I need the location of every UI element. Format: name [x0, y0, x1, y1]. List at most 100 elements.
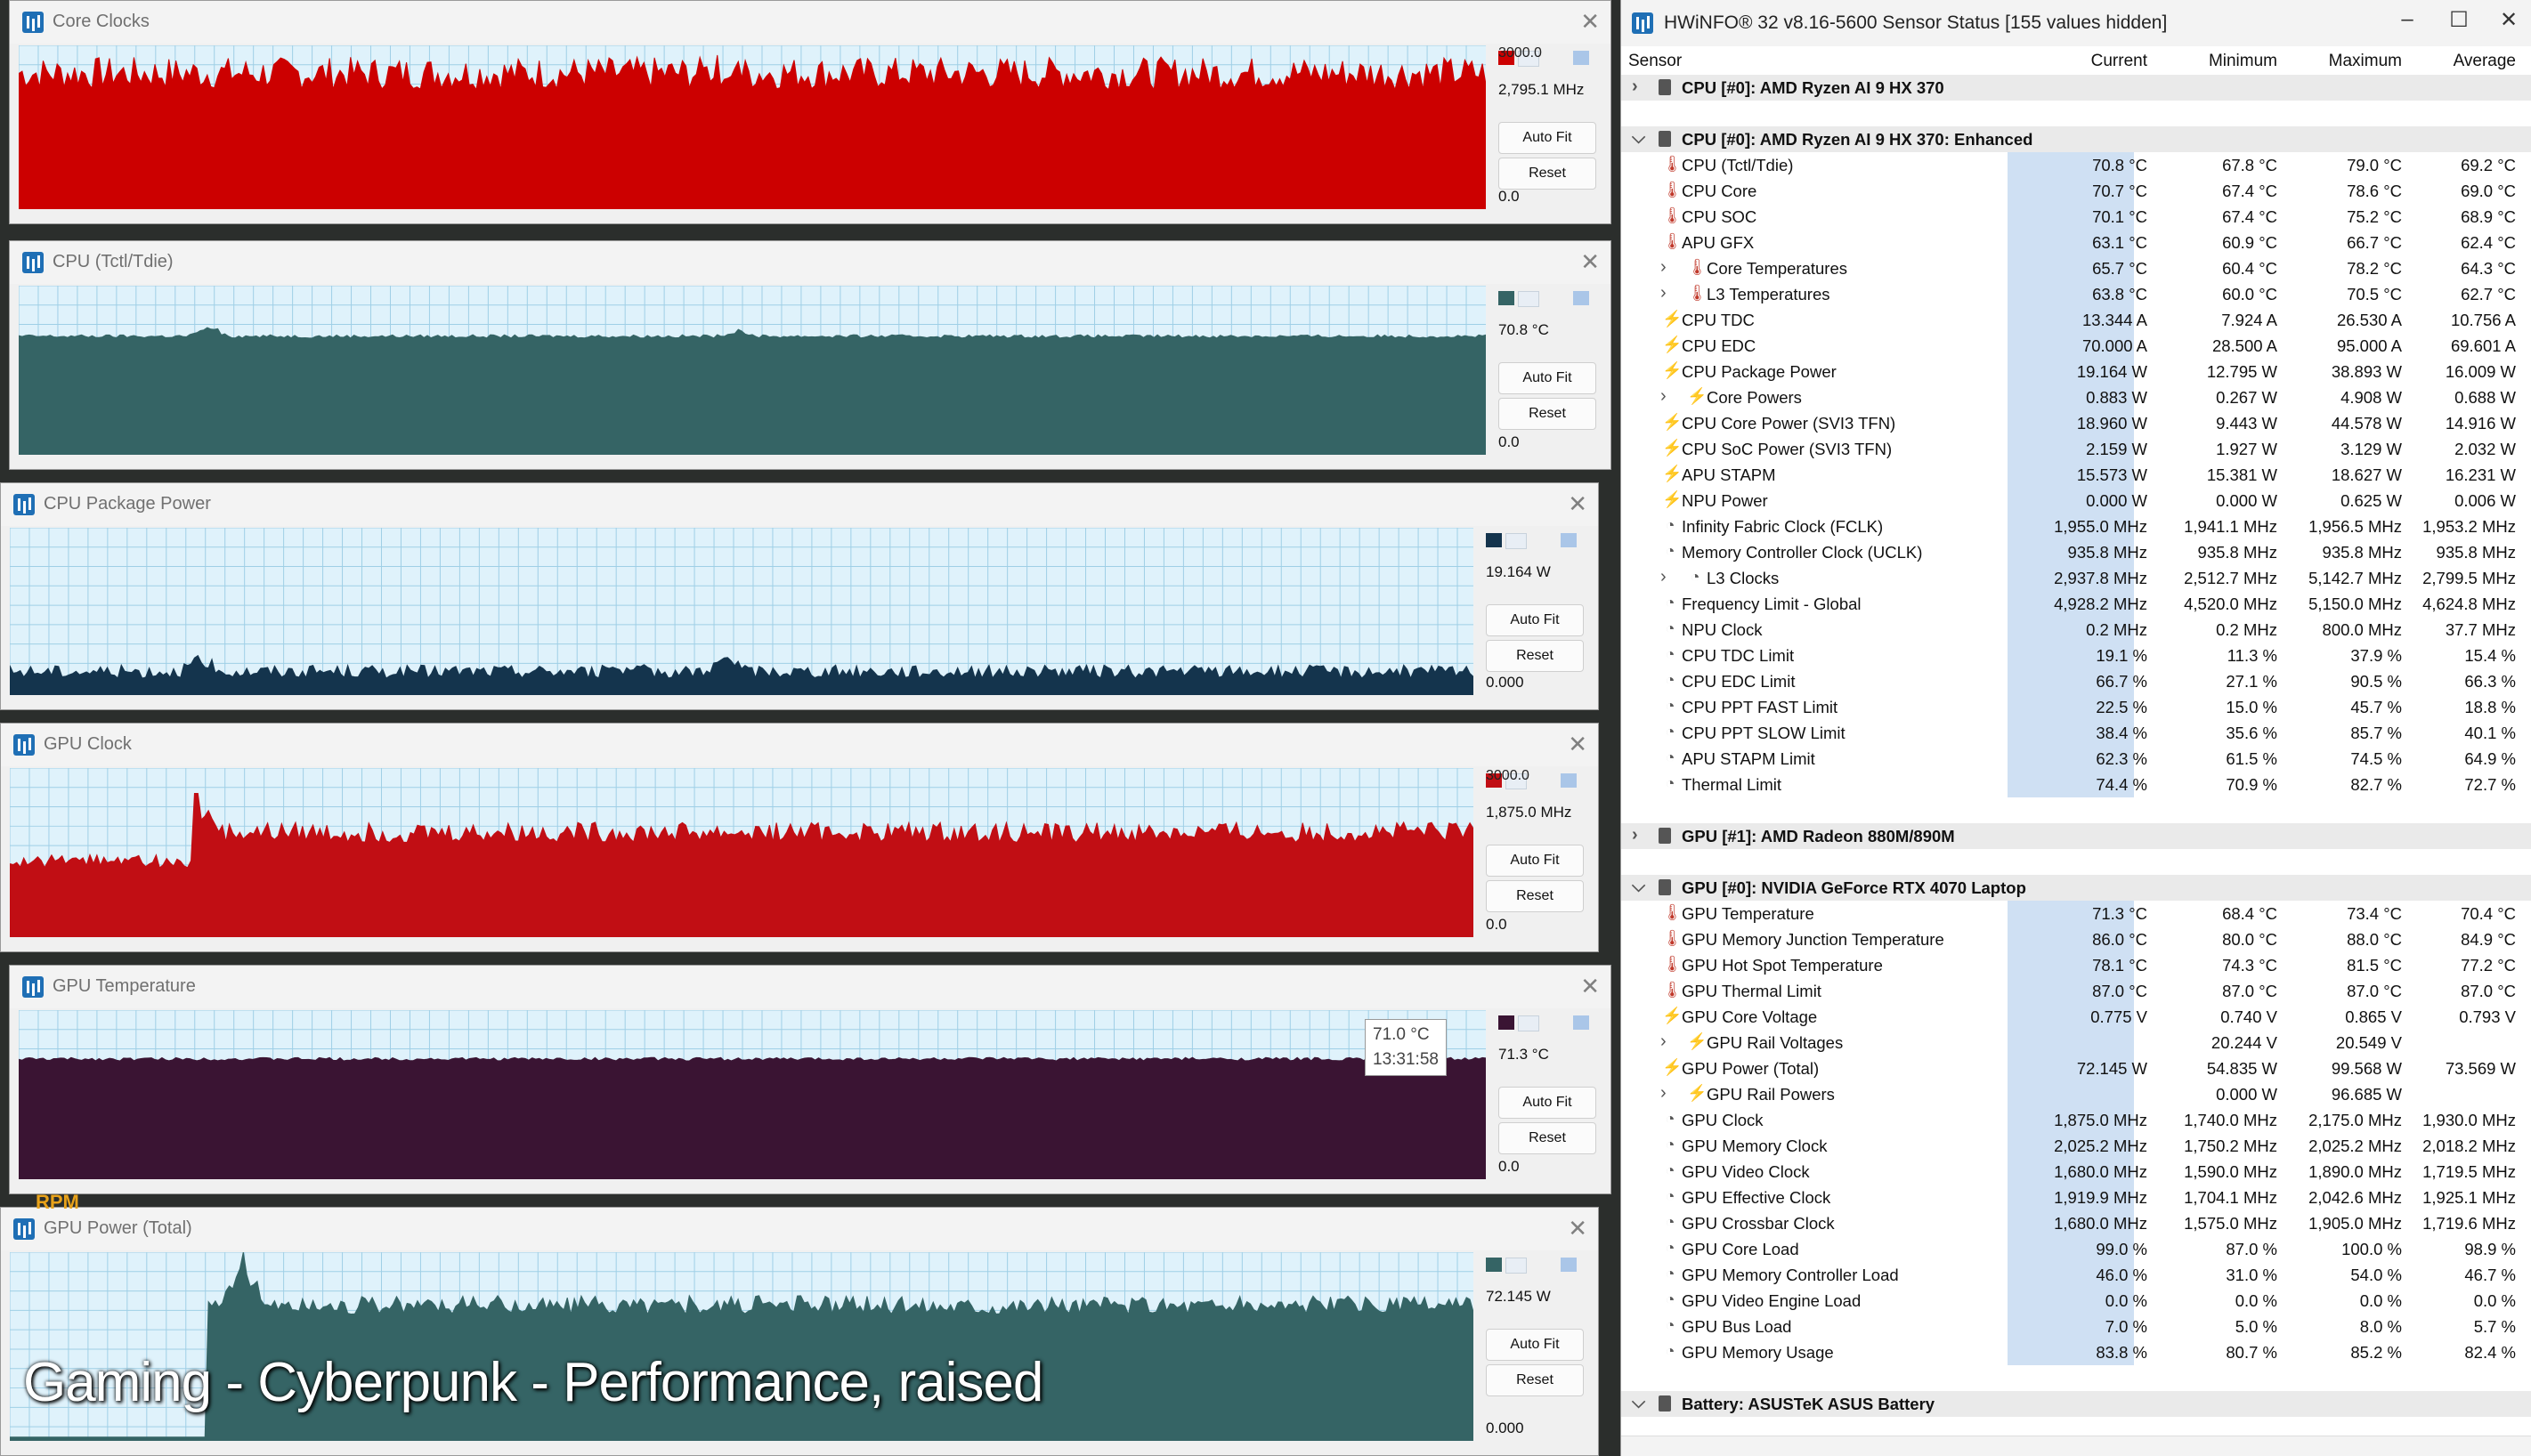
sensor-row[interactable]: ◔ Thermal Limit 74.4 % 70.9 % 82.7 % 72.…	[1621, 772, 2531, 797]
sensor-row[interactable]: ◔ Frequency Limit - Global 4,928.2 MHz 4…	[1621, 591, 2531, 617]
col-current[interactable]: Current	[2091, 52, 2147, 71]
sensor-row[interactable]: ◔ GPU Video Clock 1,680.0 MHz 1,590.0 MH…	[1621, 1159, 2531, 1185]
reset-button[interactable]: Reset	[1498, 398, 1596, 430]
close-icon[interactable]: ✕	[1568, 731, 1587, 757]
sensor-row[interactable]: ⚡ APU STAPM 15.573 W 15.381 W 18.627 W 1…	[1621, 462, 2531, 488]
sensor-row[interactable]: ◔ CPU PPT SLOW Limit 38.4 % 35.6 % 85.7 …	[1621, 720, 2531, 746]
sensor-row[interactable]: 🌡 CPU Core 70.7 °C 67.4 °C 78.6 °C 69.0 …	[1621, 178, 2531, 204]
graph-titlebar[interactable]: CPU Package Power ✕	[1, 483, 1598, 526]
sensor-row[interactable]: ◔ GPU Video Engine Load 0.0 % 0.0 % 0.0 …	[1621, 1288, 2531, 1314]
sensor-row[interactable]: ◔ CPU TDC Limit 19.1 % 11.3 % 37.9 % 15.…	[1621, 643, 2531, 668]
sensor-row[interactable]: › ◔ L3 Clocks 2,937.8 MHz 2,512.7 MHz 5,…	[1621, 565, 2531, 591]
chevron-right-icon[interactable]: ›	[1660, 386, 1667, 407]
sensor-row[interactable]: ⚡ GPU Core Voltage 0.775 V 0.740 V 0.865…	[1621, 1004, 2531, 1030]
series-color-swatch[interactable]	[1498, 1015, 1514, 1030]
sensor-row[interactable]: › ⚡ Core Powers 0.883 W 0.267 W 4.908 W …	[1621, 384, 2531, 410]
auto-fit-button[interactable]: Auto Fit	[1486, 1329, 1584, 1361]
auto-fit-button[interactable]: Auto Fit	[1498, 362, 1596, 394]
sensor-row[interactable]: ◔ CPU PPT FAST Limit 22.5 % 15.0 % 45.7 …	[1621, 694, 2531, 720]
sensor-group-row[interactable]: ⌵ Battery: ASUSTeK ASUS Battery	[1621, 1391, 2531, 1417]
graph-window[interactable]: CPU (Tctl/Tdie) ✕ 70.8 °C Auto Fit Reset…	[9, 240, 1611, 470]
sensor-row[interactable]: 🌡 GPU Memory Junction Temperature 86.0 °…	[1621, 926, 2531, 952]
chevron-right-icon[interactable]: ›	[1660, 567, 1667, 587]
sensor-group-row[interactable]: ⌵ CPU [#0]: AMD Ryzen AI 9 HX 370: Enhan…	[1621, 126, 2531, 152]
graph-window[interactable]: Core Clocks ✕ 3000.0 2,795.1 MHz Auto Fi…	[9, 0, 1611, 224]
graph-titlebar[interactable]: Core Clocks ✕	[10, 1, 1610, 44]
sensor-group-row[interactable]: › GPU [#1]: AMD Radeon 880M/890M	[1621, 823, 2531, 849]
chevron-right-icon[interactable]: ›	[1660, 1083, 1667, 1104]
sensor-row[interactable]: ◔ GPU Clock 1,875.0 MHz 1,740.0 MHz 2,17…	[1621, 1107, 2531, 1133]
sensor-row[interactable]: 🌡 GPU Thermal Limit 87.0 °C 87.0 °C 87.0…	[1621, 978, 2531, 1004]
sensor-row[interactable]: 🌡 APU GFX 63.1 °C 60.9 °C 66.7 °C 62.4 °…	[1621, 230, 2531, 255]
series-color-swatch[interactable]	[1486, 533, 1502, 547]
sensor-row[interactable]: ◔ GPU Memory Controller Load 46.0 % 31.0…	[1621, 1262, 2531, 1288]
sensor-row[interactable]: ◔ Infinity Fabric Clock (FCLK) 1,955.0 M…	[1621, 514, 2531, 539]
chevron-down-icon[interactable]: ⌵	[1632, 128, 1645, 149]
reset-button[interactable]: Reset	[1486, 880, 1584, 912]
graph-window[interactable]: GPU Power (Total) ✕ 72.145 W Auto Fit Re…	[0, 1207, 1599, 1456]
col-maximum[interactable]: Maximum	[2329, 52, 2402, 71]
graph-titlebar[interactable]: GPU Temperature ✕	[10, 966, 1610, 1008]
grid-color-swatch[interactable]	[1561, 533, 1577, 547]
grid-color-swatch[interactable]	[1561, 773, 1577, 788]
grid-color-swatch[interactable]	[1561, 1258, 1577, 1272]
graph-window[interactable]: GPU Temperature ✕ 71.3 °C Auto Fit Reset…	[9, 965, 1611, 1194]
close-icon[interactable]: ✕	[1580, 973, 1600, 999]
sensor-row[interactable]: ◔ GPU Effective Clock 1,919.9 MHz 1,704.…	[1621, 1185, 2531, 1210]
maximize-icon[interactable]: ☐	[2441, 7, 2477, 33]
chevron-right-icon[interactable]: ›	[1632, 77, 1638, 97]
close-icon[interactable]: ✕	[1580, 8, 1600, 35]
chevron-down-icon[interactable]: ⌵	[1632, 1393, 1645, 1413]
auto-fit-button[interactable]: Auto Fit	[1486, 604, 1584, 636]
close-icon[interactable]: ✕	[1568, 1215, 1587, 1242]
background-color-swatch[interactable]	[1518, 291, 1539, 307]
sensor-row[interactable]: ⚡ CPU SoC Power (SVI3 TFN) 2.159 W 1.927…	[1621, 436, 2531, 462]
sensor-group-row[interactable]: › CPU [#0]: AMD Ryzen AI 9 HX 370	[1621, 75, 2531, 101]
graph-titlebar[interactable]: GPU Power (Total) ✕	[1, 1208, 1598, 1250]
sensor-row[interactable]: ⚡ CPU TDC 13.344 A 7.924 A 26.530 A 10.7…	[1621, 307, 2531, 333]
horizontal-scrollbar[interactable]	[1621, 1436, 2531, 1456]
grid-color-swatch[interactable]	[1573, 51, 1589, 65]
sensor-row[interactable]: ◔ GPU Memory Usage 83.8 % 80.7 % 85.2 % …	[1621, 1339, 2531, 1365]
grid-color-swatch[interactable]	[1573, 291, 1589, 305]
sensor-row[interactable]: ◔ Memory Controller Clock (UCLK) 935.8 M…	[1621, 539, 2531, 565]
sensor-row[interactable]: ◔ CPU EDC Limit 66.7 % 27.1 % 90.5 % 66.…	[1621, 668, 2531, 694]
graph-window[interactable]: CPU Package Power ✕ 19.164 W Auto Fit Re…	[0, 482, 1599, 710]
sensor-row[interactable]: › 🌡 L3 Temperatures 63.8 °C 60.0 °C 70.5…	[1621, 281, 2531, 307]
col-minimum[interactable]: Minimum	[2209, 52, 2277, 71]
chevron-right-icon[interactable]: ›	[1632, 825, 1638, 845]
sensor-row[interactable]: ⚡ GPU Power (Total) 72.145 W 54.835 W 99…	[1621, 1056, 2531, 1081]
reset-button[interactable]: Reset	[1486, 1364, 1584, 1396]
auto-fit-button[interactable]: Auto Fit	[1486, 845, 1584, 877]
minimize-icon[interactable]: –	[2389, 7, 2425, 32]
close-icon[interactable]: ✕	[1580, 248, 1600, 275]
close-icon[interactable]: ✕	[2491, 7, 2527, 33]
auto-fit-button[interactable]: Auto Fit	[1498, 122, 1596, 154]
sensor-row[interactable]: 🌡 GPU Temperature 71.3 °C 68.4 °C 73.4 °…	[1621, 901, 2531, 926]
sensor-row[interactable]: ◔ NPU Clock 0.2 MHz 0.2 MHz 800.0 MHz 37…	[1621, 617, 2531, 643]
sensor-titlebar[interactable]: HWiNFO® 32 v8.16-5600 Sensor Status [155…	[1621, 0, 2531, 46]
sensor-row[interactable]: ⚡ CPU EDC 70.000 A 28.500 A 95.000 A 69.…	[1621, 333, 2531, 359]
series-color-swatch[interactable]	[1486, 1258, 1502, 1272]
chevron-right-icon[interactable]: ›	[1660, 283, 1667, 303]
col-average[interactable]: Average	[2454, 52, 2516, 71]
reset-button[interactable]: Reset	[1498, 1122, 1596, 1154]
chevron-right-icon[interactable]: ›	[1660, 1031, 1667, 1052]
series-color-swatch[interactable]	[1498, 291, 1514, 305]
sensor-row[interactable]: ◔ APU STAPM Limit 62.3 % 61.5 % 74.5 % 6…	[1621, 746, 2531, 772]
background-color-swatch[interactable]	[1505, 533, 1527, 549]
col-sensor[interactable]: Sensor	[1628, 52, 1682, 71]
sensor-row[interactable]: ⚡ NPU Power 0.000 W 0.000 W 0.625 W 0.00…	[1621, 488, 2531, 514]
sensor-row[interactable]: ⚡ CPU Package Power 19.164 W 12.795 W 38…	[1621, 359, 2531, 384]
sensor-row[interactable]: › ⚡ GPU Rail Powers 0.000 W 96.685 W	[1621, 1081, 2531, 1107]
background-color-swatch[interactable]	[1505, 1258, 1527, 1274]
sensor-row[interactable]: 🌡 CPU SOC 70.1 °C 67.4 °C 75.2 °C 68.9 °…	[1621, 204, 2531, 230]
close-icon[interactable]: ✕	[1568, 490, 1587, 517]
sensor-row[interactable]: › 🌡 Core Temperatures 65.7 °C 60.4 °C 78…	[1621, 255, 2531, 281]
sensor-row[interactable]: ◔ GPU Core Load 99.0 % 87.0 % 100.0 % 98…	[1621, 1236, 2531, 1262]
sensor-row[interactable]: 🌡 GPU Hot Spot Temperature 78.1 °C 74.3 …	[1621, 952, 2531, 978]
background-color-swatch[interactable]	[1518, 1015, 1539, 1031]
grid-color-swatch[interactable]	[1573, 1015, 1589, 1030]
sensor-row[interactable]: › ⚡ GPU Rail Voltages 20.244 V 20.549 V	[1621, 1030, 2531, 1056]
chevron-down-icon[interactable]: ⌵	[1632, 877, 1645, 897]
